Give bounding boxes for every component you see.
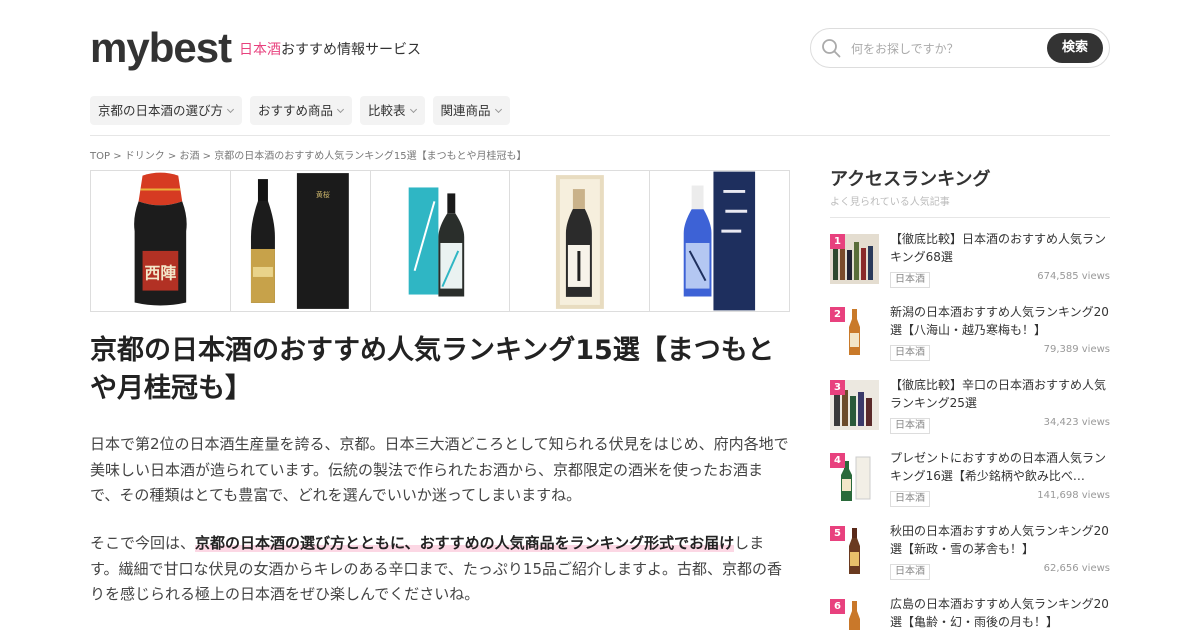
chevron-down-icon [494, 105, 502, 113]
product-label: 黄桜 [316, 190, 330, 199]
ranking-views: 34,423 views [1043, 417, 1110, 428]
ranking-tag[interactable]: 日本酒 [890, 491, 930, 507]
site-logo[interactable]: mybest [90, 26, 232, 70]
ranking-item[interactable]: 6 広島の日本酒おすすめ人気ランキング20選【亀齢・幻・雨後の月も！】 [830, 597, 1110, 630]
chevron-down-icon [226, 105, 235, 113]
ranking-item[interactable]: 2 新潟の日本酒おすすめ人気ランキング20選【八海山・越乃寒梅も！】 日本酒 7… [830, 305, 1110, 367]
article-intro-2: そこで今回は、京都の日本酒の選び方とともに、おすすめの人気商品をランキング形式で… [90, 531, 790, 608]
sidebar-divider [830, 217, 1110, 218]
nav-item-label: おすすめ商品 [258, 103, 334, 118]
tagline-rest: おすすめ情報サービス [281, 42, 421, 58]
chevron-down-icon [336, 105, 345, 113]
search-button[interactable]: 検索 [1047, 33, 1103, 63]
article-nav: 京都の日本酒の選び方 おすすめ商品 比較表 関連商品 [90, 96, 510, 126]
intro2-before: そこで今回は、 [90, 534, 196, 552]
search-input[interactable] [851, 39, 1041, 59]
site-tagline: 日本酒おすすめ情報サービス [239, 39, 421, 59]
ranking-views: 62,656 views [1043, 563, 1110, 574]
search-box: 検索 [810, 28, 1110, 68]
ranking-tag[interactable]: 日本酒 [890, 272, 930, 288]
ranking-title[interactable]: 【徹底比較】日本酒のおすすめ人気ランキング68選 [890, 230, 1110, 266]
ranking-item[interactable]: 1 【徹底比較】日本酒のおすすめ人気ランキング68選 日本酒 674,585 v… [830, 232, 1110, 294]
search-icon [822, 39, 841, 58]
product-image-2[interactable]: 黄桜 [230, 171, 371, 311]
breadcrumb[interactable]: TOP > ドリンク > お酒 > 京都の日本酒のおすすめ人気ランキング15選【… [90, 147, 526, 162]
sake-bottle-red-cap-icon: 西陣 [134, 172, 187, 306]
intro2-highlight: 京都の日本酒の選び方とともに、おすすめの人気商品をランキング形式でお届け [195, 534, 735, 552]
sake-bottle-boxed-icon [556, 175, 605, 309]
product-image-3[interactable] [370, 171, 511, 311]
product-image-4[interactable] [510, 171, 651, 311]
nav-item-related[interactable]: 関連商品 [432, 96, 510, 125]
sake-bottle-teal-icon [408, 187, 464, 297]
nav-item-label: 京都の日本酒の選び方 [98, 103, 224, 118]
ranking-item[interactable]: 3 【徹底比較】辛口の日本酒おすすめ人気ランキング25選 日本酒 34,423 … [830, 378, 1110, 440]
rank-badge: 2 [830, 307, 845, 322]
nav-item-recommended[interactable]: おすすめ商品 [250, 96, 353, 125]
rank-badge: 1 [830, 234, 845, 249]
ranking-title[interactable]: 秋田の日本酒おすすめ人気ランキング20選【新政・雪の茅舎も！】 [890, 522, 1110, 558]
ranking-tag[interactable]: 日本酒 [890, 345, 930, 361]
sake-bottle-blue-icon [683, 171, 756, 311]
ranking-views: 79,389 views [1043, 344, 1110, 355]
rank-badge: 4 [830, 453, 845, 468]
chevron-down-icon [409, 105, 417, 113]
ranking-tag[interactable]: 日本酒 [890, 564, 930, 580]
ranking-views: 674,585 views [1037, 271, 1110, 282]
ranking-title[interactable]: 【徹底比較】辛口の日本酒おすすめ人気ランキング25選 [890, 376, 1110, 412]
ranking-item[interactable]: 4 プレゼントにおすすめの日本酒人気ランキング16選【希少銘柄や飲み比べ… 日本… [830, 451, 1110, 513]
nav-item-label: 比較表 [368, 103, 406, 118]
header-divider [90, 135, 1110, 136]
article-intro: 日本で第2位の日本酒生産量を誇る、京都。日本三大酒どころとして知られる伏見をはじ… [90, 435, 789, 504]
product-image-strip: 西陣 黄桜 [90, 170, 790, 312]
ranking-views: 141,698 views [1037, 490, 1110, 501]
rank-badge: 6 [830, 599, 845, 614]
ranking-item[interactable]: 5 秋田の日本酒おすすめ人気ランキング20選【新政・雪の茅舎も！】 日本酒 62… [830, 524, 1110, 586]
ranking-title[interactable]: 新潟の日本酒おすすめ人気ランキング20選【八海山・越乃寒梅も！】 [890, 303, 1110, 339]
product-image-5[interactable] [650, 171, 789, 311]
product-image-1[interactable]: 西陣 [91, 171, 231, 311]
sidebar-subtitle: よく見られている人気記事 [830, 197, 950, 208]
ranking-tag[interactable]: 日本酒 [890, 418, 930, 434]
tagline-accent: 日本酒 [239, 42, 281, 58]
rank-badge: 5 [830, 526, 845, 541]
nav-item-how-to-choose[interactable]: 京都の日本酒の選び方 [90, 96, 243, 125]
nav-item-label: 関連商品 [440, 103, 491, 118]
site-header: mybest 日本酒おすすめ情報サービス 検索 [90, 24, 1110, 72]
sake-bottle-gold-icon: 黄桜 [250, 173, 349, 309]
product-label: 西陣 [145, 264, 177, 283]
access-ranking-sidebar: アクセスランキング よく見られている人気記事 [830, 168, 1110, 218]
nav-item-comparison[interactable]: 比較表 [360, 96, 425, 125]
ranking-title[interactable]: プレゼントにおすすめの日本酒人気ランキング16選【希少銘柄や飲み比べ… [890, 449, 1110, 485]
rank-badge: 3 [830, 380, 845, 395]
ranking-title[interactable]: 広島の日本酒おすすめ人気ランキング20選【亀齢・幻・雨後の月も！】 [890, 595, 1110, 630]
page-title: 京都の日本酒のおすすめ人気ランキング15選【まつもとや月桂冠も】 [90, 335, 775, 404]
sidebar-title: アクセスランキング [830, 169, 991, 190]
